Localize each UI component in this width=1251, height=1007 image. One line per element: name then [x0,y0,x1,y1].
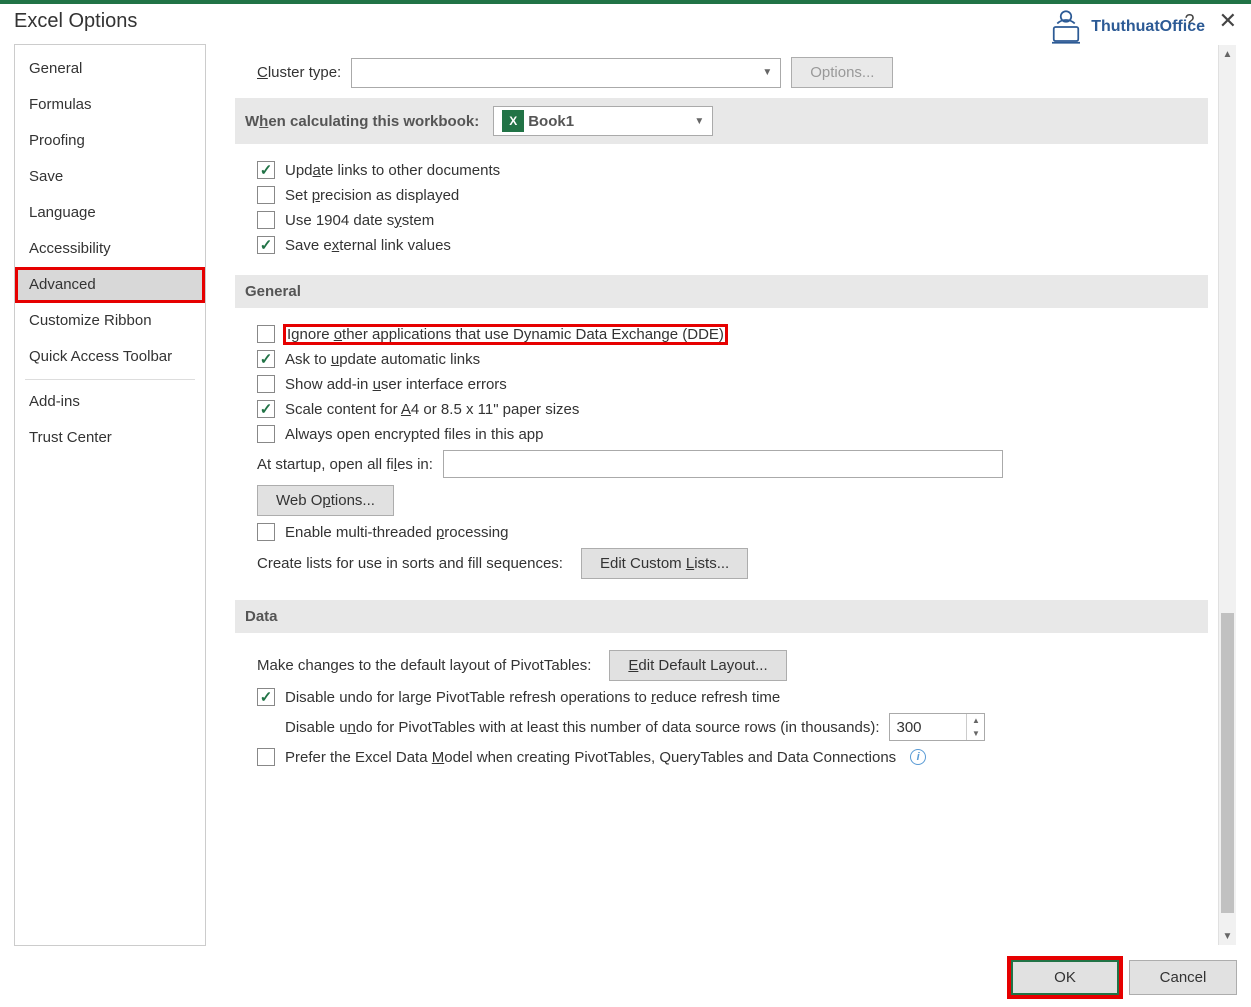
workbook-dropdown[interactable]: X Book1 ▼ [493,106,713,136]
vertical-scrollbar[interactable]: ▲ ▼ [1218,45,1236,945]
disable-undo-large-label: Disable undo for large PivotTable refres… [285,689,780,706]
sidebar-item-add-ins[interactable]: Add-ins [15,384,205,420]
options-panel: CCluster type:luster type: ▼ Options... … [221,45,1218,945]
excel-options-dialog: Excel Options ? ✕ ThuthuatOffice General… [0,0,1251,1007]
disable-undo-large-checkbox[interactable] [257,688,275,706]
show-addin-errors-checkbox[interactable] [257,375,275,393]
general-section-header: General [235,275,1208,308]
spinner-up-icon[interactable]: ▲ [967,714,984,727]
ignore-dde-label: Ignore other applications that use Dynam… [285,326,726,343]
set-precision-label: Set precision as displayed [285,187,459,204]
ok-button[interactable]: OK [1011,960,1119,995]
sidebar-separator [25,379,195,380]
sidebar-item-advanced[interactable]: Advanced [15,267,205,303]
always-open-encrypted-checkbox[interactable] [257,425,275,443]
chevron-down-icon: ▼ [694,116,704,127]
enable-multithread-label: Enable multi-threaded processing [285,524,508,541]
sidebar-item-accessibility[interactable]: Accessibility [15,231,205,267]
create-lists-label: Create lists for use in sorts and fill s… [257,555,563,572]
scale-content-label: Scale content for A4 or 8.5 x 11" paper … [285,401,579,418]
sidebar-item-general[interactable]: General [15,51,205,87]
close-icon[interactable]: ✕ [1219,8,1237,34]
date-1904-checkbox[interactable] [257,211,275,229]
ignore-dde-checkbox[interactable] [257,325,275,343]
scroll-track[interactable] [1219,63,1236,927]
info-icon[interactable]: i [910,749,926,765]
save-external-label: Save external link values [285,237,451,254]
laptop-person-icon [1045,6,1087,48]
cluster-options-button: Options... [791,57,893,88]
sidebar-item-save[interactable]: Save [15,159,205,195]
spinner-down-icon[interactable]: ▼ [967,727,984,740]
disable-undo-rows-spinner[interactable]: 300 ▲▼ [889,713,985,741]
edit-custom-lists-button[interactable]: Edit Custom Lists... [581,548,748,579]
startup-path-input[interactable] [443,450,1003,478]
scroll-down-icon[interactable]: ▼ [1219,927,1236,945]
cancel-button[interactable]: Cancel [1129,960,1237,995]
update-links-checkbox[interactable] [257,161,275,179]
sidebar-item-customize-ribbon[interactable]: Customize Ribbon [15,303,205,339]
excel-file-icon: X [502,110,524,132]
data-section-header: Data [235,600,1208,633]
ask-update-label: Ask to update automatic links [285,351,480,368]
startup-open-label: At startup, open all files in: [257,456,433,473]
update-links-label: Update links to other documents [285,162,500,179]
pivot-layout-label: Make changes to the default layout of Pi… [257,657,591,674]
show-addin-errors-label: Show add-in user interface errors [285,376,507,393]
sidebar-item-language[interactable]: Language [15,195,205,231]
logo-text: ThuthuatOffice [1091,18,1205,36]
sidebar-item-quick-access-toolbar[interactable]: Quick Access Toolbar [15,339,205,375]
web-options-button[interactable]: Web Options... [257,485,394,516]
prefer-data-model-label: Prefer the Excel Data Model when creatin… [285,749,896,766]
category-sidebar: General Formulas Proofing Save Language … [14,44,206,946]
watermark-logo: ThuthuatOffice [1045,6,1205,48]
enable-multithread-checkbox[interactable] [257,523,275,541]
chevron-down-icon: ▼ [762,67,772,78]
always-open-encrypted-label: Always open encrypted files in this app [285,426,543,443]
sidebar-item-proofing[interactable]: Proofing [15,123,205,159]
prefer-data-model-checkbox[interactable] [257,748,275,766]
scroll-up-icon[interactable]: ▲ [1219,45,1236,63]
cluster-type-label: CCluster type:luster type: [257,64,341,81]
sidebar-item-formulas[interactable]: Formulas [15,87,205,123]
ask-update-checkbox[interactable] [257,350,275,368]
edit-default-layout-button[interactable]: Edit Default Layout... [609,650,786,681]
cluster-type-dropdown[interactable]: ▼ [351,58,781,88]
disable-undo-rows-label: Disable undo for PivotTables with at lea… [285,719,879,736]
ok-button-highlight: OK [1011,960,1119,995]
scale-content-checkbox[interactable] [257,400,275,418]
scroll-thumb[interactable] [1221,613,1234,913]
dialog-title: Excel Options [14,10,137,33]
dialog-footer: OK Cancel [0,952,1251,1007]
save-external-checkbox[interactable] [257,236,275,254]
date-1904-label: Use 1904 date system [285,212,434,229]
calc-workbook-section-header: When calculating this workbook: X Book1 … [235,98,1208,144]
sidebar-item-trust-center[interactable]: Trust Center [15,420,205,456]
set-precision-checkbox[interactable] [257,186,275,204]
